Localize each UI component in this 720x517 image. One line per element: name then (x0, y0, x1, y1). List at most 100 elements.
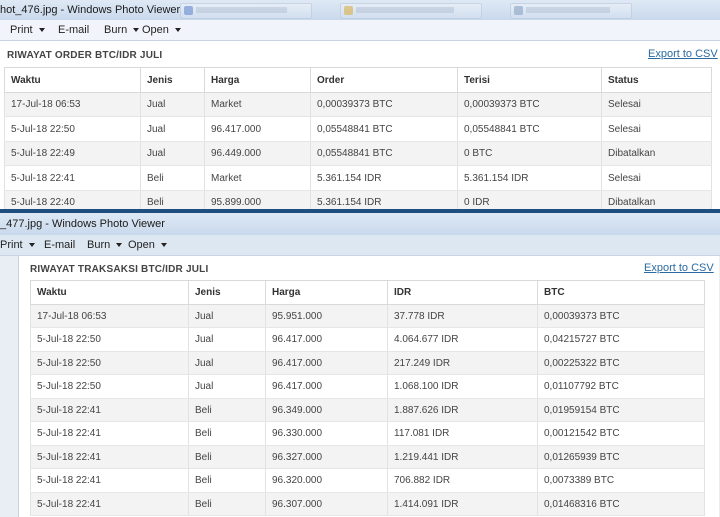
window-title: hot_476.jpg - Windows Photo Viewer (0, 4, 181, 16)
background-window-tab[interactable] (340, 3, 482, 19)
order-history-panel: RIWAYAT ORDER BTC/IDR JULI Export to CSV… (0, 41, 720, 209)
cell-harga: 96.417.000 (265, 327, 388, 352)
cell-btc: 0,04215727 BTC (537, 327, 705, 352)
cell-terisi: 0,05548841 BTC (457, 116, 602, 142)
cell-jenis: Beli (140, 165, 205, 191)
cell-waktu: 5-Jul-18 22:49 (4, 141, 141, 166)
column-header-idr[interactable]: IDR (387, 280, 538, 305)
cell-status: Selesai (601, 92, 712, 117)
export-csv-link[interactable]: Export to CSV (644, 262, 714, 274)
background-window-tab[interactable] (180, 3, 312, 19)
column-header-terisi[interactable]: Terisi (457, 67, 602, 93)
cell-idr: 706.882 IDR (387, 468, 538, 493)
cell-jenis: Beli (188, 398, 266, 422)
cell-order: 5.361.154 IDR (310, 165, 458, 191)
column-header-jenis[interactable]: Jenis (188, 280, 266, 305)
cell-idr: 117.081 IDR (387, 421, 538, 446)
order-history-table: Waktu Jenis Harga Order Terisi Status 17… (4, 67, 712, 209)
cell-idr: 1.414.091 IDR (387, 492, 538, 516)
table-row[interactable]: 5-Jul-18 22:41 Beli 96.330.000 117.081 I… (30, 421, 705, 446)
table-row[interactable]: 17-Jul-18 06:53 Jual 95.951.000 37.778 I… (30, 304, 705, 328)
column-header-harga[interactable]: Harga (265, 280, 388, 305)
table-header-row: Waktu Jenis Harga Order Terisi Status (4, 67, 712, 93)
menu-open[interactable]: Open (142, 24, 181, 36)
menu-burn[interactable]: Burn (87, 239, 123, 251)
photo-viewer-menubar-1: Print E-mail Burn Open (0, 20, 720, 41)
cell-order: 0,00039373 BTC (310, 92, 458, 117)
cell-terisi: 0 BTC (457, 141, 602, 166)
cell-jenis: Beli (188, 445, 266, 469)
photo-viewer-canvas-2: RIWAYAT TRAKSAKSI BTC/IDR JULI Export to… (0, 256, 720, 517)
cell-btc: 0,01959154 BTC (537, 398, 705, 422)
cell-idr: 1.219.441 IDR (387, 445, 538, 469)
cell-waktu: 5-Jul-18 22:40 (4, 190, 141, 209)
cell-idr: 4.064.677 IDR (387, 327, 538, 352)
cell-btc: 0,01265939 BTC (537, 445, 705, 469)
table-row[interactable]: 5-Jul-18 22:50 Jual 96.417.000 0,0554884… (4, 116, 712, 142)
cell-btc: 0,00121542 BTC (537, 421, 705, 446)
menu-print[interactable]: Print (0, 239, 35, 251)
cell-waktu: 5-Jul-18 22:41 (30, 468, 189, 493)
cell-order: 0,05548841 BTC (310, 141, 458, 166)
panel-heading: RIWAYAT TRAKSAKSI BTC/IDR JULI (30, 264, 209, 275)
cell-jenis: Beli (140, 190, 205, 209)
photo-viewer-titlebar-2: _477.jpg - Windows Photo Viewer (0, 213, 720, 236)
cell-waktu: 5-Jul-18 22:41 (30, 398, 189, 422)
chevron-down-icon (160, 243, 167, 248)
cell-jenis: Jual (140, 116, 205, 142)
table-row[interactable]: 5-Jul-18 22:40 Beli 95.899.000 5.361.154… (4, 190, 712, 209)
column-header-waktu[interactable]: Waktu (4, 67, 141, 93)
window-title: _477.jpg - Windows Photo Viewer (0, 218, 165, 230)
column-header-waktu[interactable]: Waktu (30, 280, 189, 305)
cell-jenis: Beli (188, 492, 266, 516)
column-header-harga[interactable]: Harga (204, 67, 311, 93)
cell-harga: Market (204, 165, 311, 191)
table-row[interactable]: 5-Jul-18 22:50 Jual 96.417.000 1.068.100… (30, 374, 705, 399)
menu-open[interactable]: Open (128, 239, 167, 251)
cell-status: Dibatalkan (601, 141, 712, 166)
cell-waktu: 5-Jul-18 22:50 (30, 351, 189, 375)
menu-email[interactable]: E-mail (44, 239, 75, 251)
cell-terisi: 0,00039373 BTC (457, 92, 602, 117)
cell-waktu: 5-Jul-18 22:50 (4, 116, 141, 142)
cell-waktu: 5-Jul-18 22:41 (30, 492, 189, 516)
photo-viewer-menubar-2: Print E-mail Burn Open (0, 235, 720, 256)
cell-jenis: Jual (140, 141, 205, 166)
chevron-down-icon (174, 28, 181, 33)
menu-email[interactable]: E-mail (58, 24, 89, 36)
cell-btc: 0,01107792 BTC (537, 374, 705, 399)
menu-burn[interactable]: Burn (104, 24, 140, 36)
background-window-tab[interactable] (510, 3, 632, 19)
table-row[interactable]: 5-Jul-18 22:41 Beli 96.320.000 706.882 I… (30, 468, 705, 493)
menu-print[interactable]: Print (10, 24, 45, 36)
cell-idr: 1.068.100 IDR (387, 374, 538, 399)
photo-viewer-titlebar-1: hot_476.jpg - Windows Photo Viewer (0, 0, 720, 21)
cell-jenis: Jual (188, 304, 266, 328)
table-row[interactable]: 5-Jul-18 22:41 Beli 96.307.000 1.414.091… (30, 492, 705, 516)
cell-harga: 95.899.000 (204, 190, 311, 209)
cell-btc: 0,00039373 BTC (537, 304, 705, 328)
table-row[interactable]: 5-Jul-18 22:41 Beli 96.327.000 1.219.441… (30, 445, 705, 469)
cell-jenis: Jual (188, 351, 266, 375)
table-row[interactable]: 17-Jul-18 06:53 Jual Market 0,00039373 B… (4, 92, 712, 117)
column-header-status[interactable]: Status (601, 67, 712, 93)
table-row[interactable]: 5-Jul-18 22:50 Jual 96.417.000 4.064.677… (30, 327, 705, 352)
export-csv-link[interactable]: Export to CSV (648, 48, 718, 60)
cell-status: Dibatalkan (601, 190, 712, 209)
chevron-down-icon (38, 28, 45, 33)
cell-harga: 96.327.000 (265, 445, 388, 469)
panel-heading: RIWAYAT ORDER BTC/IDR JULI (7, 50, 163, 61)
cell-waktu: 5-Jul-18 22:41 (30, 421, 189, 446)
cell-harga: 96.307.000 (265, 492, 388, 516)
table-row[interactable]: 5-Jul-18 22:41 Beli Market 5.361.154 IDR… (4, 165, 712, 191)
column-header-jenis[interactable]: Jenis (140, 67, 205, 93)
table-row[interactable]: 5-Jul-18 22:49 Jual 96.449.000 0,0554884… (4, 141, 712, 166)
table-row[interactable]: 5-Jul-18 22:41 Beli 96.349.000 1.887.626… (30, 398, 705, 422)
cell-terisi: 5.361.154 IDR (457, 165, 602, 191)
chevron-down-icon (116, 243, 123, 248)
column-header-order[interactable]: Order (310, 67, 458, 93)
cell-harga: 95.951.000 (265, 304, 388, 328)
cell-jenis: Jual (140, 92, 205, 117)
table-row[interactable]: 5-Jul-18 22:50 Jual 96.417.000 217.249 I… (30, 351, 705, 375)
column-header-btc[interactable]: BTC (537, 280, 705, 305)
